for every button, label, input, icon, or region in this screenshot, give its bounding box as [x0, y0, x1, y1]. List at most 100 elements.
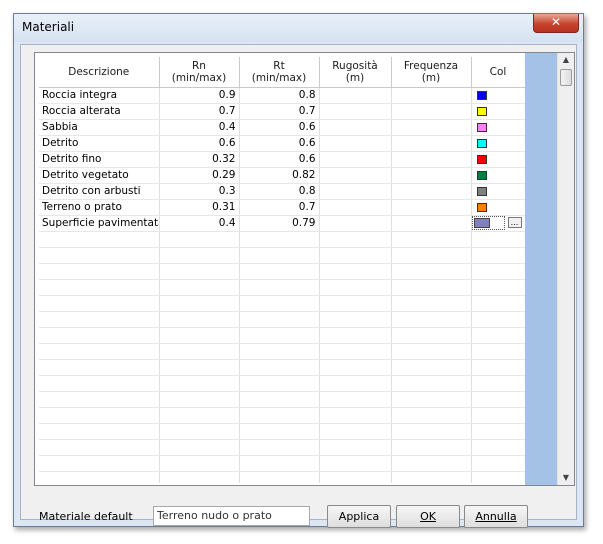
color-cell[interactable]	[471, 327, 525, 344]
rugosita-cell[interactable]	[319, 327, 392, 344]
rugosita-cell[interactable]	[319, 375, 392, 392]
rn-cell[interactable]	[159, 375, 240, 392]
rugosita-cell[interactable]	[319, 391, 392, 408]
table-row[interactable]	[39, 343, 525, 360]
table-row[interactable]	[39, 375, 525, 392]
table-row[interactable]	[39, 391, 525, 408]
rugosita-cell[interactable]	[319, 279, 392, 296]
rugosita-cell[interactable]	[319, 455, 392, 472]
rn-cell[interactable]: 0.32	[159, 151, 240, 168]
frequenza-cell[interactable]	[391, 215, 472, 232]
frequenza-cell[interactable]	[391, 295, 472, 312]
rn-cell[interactable]	[159, 407, 240, 424]
table-row[interactable]	[39, 455, 525, 472]
rt-cell[interactable]: 0.6	[239, 135, 320, 152]
table-row[interactable]: Roccia integra 0.9 0.8	[39, 87, 525, 104]
color-cell[interactable]	[471, 375, 525, 392]
ok-button[interactable]: OK	[396, 505, 460, 528]
vertical-scrollbar[interactable]: ▲ ▼	[557, 53, 574, 485]
rn-cell[interactable]	[159, 247, 240, 264]
rn-cell[interactable]	[159, 279, 240, 296]
color-cell[interactable]	[471, 87, 525, 104]
color-swatch[interactable]	[476, 171, 487, 180]
frequenza-cell[interactable]	[391, 183, 472, 200]
rn-cell[interactable]	[159, 455, 240, 472]
frequenza-cell[interactable]	[391, 135, 472, 152]
rn-cell[interactable]	[159, 263, 240, 280]
rt-cell[interactable]	[239, 375, 320, 392]
color-cell[interactable]	[471, 423, 525, 440]
column-header[interactable]: Rugosità (m)	[319, 57, 392, 88]
rt-cell[interactable]	[239, 423, 320, 440]
column-header[interactable]: Frequenza (m)	[391, 57, 472, 88]
rt-cell[interactable]	[239, 359, 320, 376]
scroll-down-arrow-icon[interactable]: ▼	[558, 471, 574, 485]
scroll-up-arrow-icon[interactable]: ▲	[558, 53, 574, 67]
table-row[interactable]: Terreno o prato 0.31 0.7	[39, 199, 525, 216]
description-cell[interactable]: Sabbia	[39, 119, 160, 136]
rugosita-cell[interactable]	[319, 183, 392, 200]
frequenza-cell[interactable]	[391, 471, 472, 483]
description-cell[interactable]: Detrito con arbusti	[39, 183, 160, 200]
table-row[interactable]	[39, 359, 525, 376]
rt-cell[interactable]	[239, 263, 320, 280]
frequenza-cell[interactable]	[391, 439, 472, 456]
column-header[interactable]: Col	[471, 57, 525, 88]
rugosita-cell[interactable]	[319, 423, 392, 440]
table-row[interactable]: Detrito 0.6 0.6	[39, 135, 525, 152]
rn-cell[interactable]	[159, 311, 240, 328]
frequenza-cell[interactable]	[391, 343, 472, 360]
rugosita-cell[interactable]	[319, 87, 392, 104]
color-swatch[interactable]	[476, 187, 487, 196]
rt-cell[interactable]	[239, 247, 320, 264]
table-row[interactable]	[39, 279, 525, 296]
rn-cell[interactable]: 0.31	[159, 199, 240, 216]
color-swatch[interactable]	[476, 203, 487, 212]
description-cell[interactable]	[39, 327, 160, 344]
rt-cell[interactable]	[239, 279, 320, 296]
rn-cell[interactable]	[159, 231, 240, 248]
frequenza-cell[interactable]	[391, 199, 472, 216]
rugosita-cell[interactable]	[319, 407, 392, 424]
frequenza-cell[interactable]	[391, 359, 472, 376]
column-header[interactable]: Rt (min/max)	[239, 57, 320, 88]
rugosita-cell[interactable]	[319, 215, 392, 232]
rugosita-cell[interactable]	[319, 471, 392, 483]
color-swatch[interactable]	[473, 218, 490, 228]
table-row[interactable]	[39, 327, 525, 344]
description-cell[interactable]: Roccia alterata	[39, 103, 160, 120]
rn-cell[interactable]	[159, 295, 240, 312]
frequenza-cell[interactable]	[391, 231, 472, 248]
color-cell[interactable]	[471, 471, 525, 483]
color-swatch[interactable]	[476, 139, 487, 148]
description-cell[interactable]	[39, 391, 160, 408]
description-cell[interactable]	[39, 423, 160, 440]
description-cell[interactable]	[39, 455, 160, 472]
description-cell[interactable]: Superficie pavimentata	[39, 215, 160, 232]
rt-cell[interactable]	[239, 407, 320, 424]
rn-cell[interactable]: 0.4	[159, 215, 240, 232]
frequenza-cell[interactable]	[391, 327, 472, 344]
color-cell[interactable]	[471, 151, 525, 168]
title-bar[interactable]: Materiali ✕	[14, 14, 583, 42]
color-cell[interactable]	[471, 167, 525, 184]
rt-cell[interactable]	[239, 439, 320, 456]
rt-cell[interactable]: 0.7	[239, 103, 320, 120]
rt-cell[interactable]: 0.82	[239, 167, 320, 184]
color-cell[interactable]	[471, 135, 525, 152]
rt-cell[interactable]	[239, 327, 320, 344]
description-cell[interactable]: Detrito fino	[39, 151, 160, 168]
rugosita-cell[interactable]	[319, 439, 392, 456]
rugosita-cell[interactable]	[319, 311, 392, 328]
rugosita-cell[interactable]	[319, 167, 392, 184]
scroll-thumb[interactable]	[560, 69, 572, 86]
rt-cell[interactable]: 0.6	[239, 151, 320, 168]
frequenza-cell[interactable]	[391, 167, 472, 184]
rugosita-cell[interactable]	[319, 103, 392, 120]
rt-cell[interactable]: 0.79	[239, 215, 320, 232]
rn-cell[interactable]	[159, 343, 240, 360]
rn-cell[interactable]: 0.6	[159, 135, 240, 152]
color-cell[interactable]	[471, 391, 525, 408]
rugosita-cell[interactable]	[319, 151, 392, 168]
rn-cell[interactable]	[159, 439, 240, 456]
